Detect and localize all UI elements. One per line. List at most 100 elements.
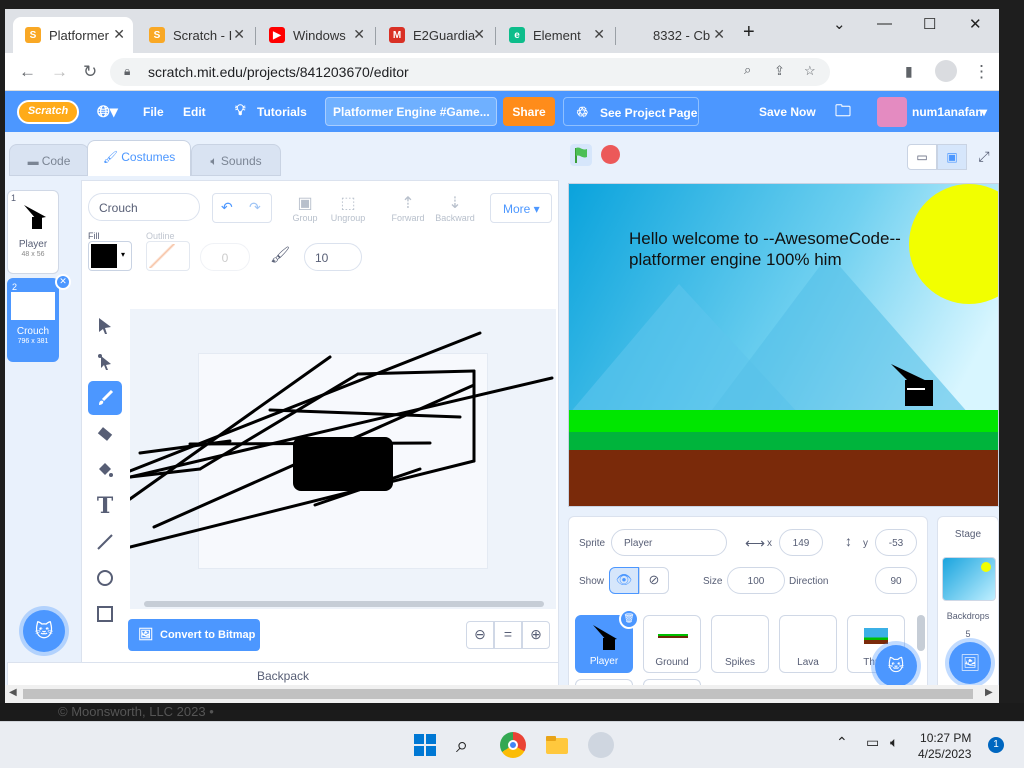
zoom-reset-button[interactable]: = [494, 621, 522, 649]
scroll-right-icon[interactable]: ▶ [985, 687, 993, 698]
taskbar-clock[interactable]: 10:27 PM 4/25/2023 [918, 730, 971, 762]
close-tab-icon[interactable]: ✕ [473, 26, 485, 43]
green-flag-button[interactable] [570, 144, 592, 166]
fill-tool-icon[interactable] [88, 453, 122, 487]
sprite-name-input[interactable]: Player [611, 529, 727, 556]
bookmark-star-icon[interactable]: ☆ [804, 63, 816, 79]
normal-stage-button[interactable]: ▣ [937, 144, 967, 170]
x-input[interactable]: 149 [779, 529, 823, 556]
tab-element[interactable]: e Element ✕ [497, 17, 613, 53]
stop-button[interactable] [601, 145, 620, 164]
network-icon[interactable]: ▭ [866, 734, 879, 751]
scratch-logo[interactable]: Scratch [17, 100, 79, 124]
outline-color-picker[interactable] [146, 241, 190, 271]
share-page-icon[interactable]: ⇪ [774, 63, 785, 79]
user-avatar[interactable] [877, 97, 907, 127]
show-hidden-icons-chevron-icon[interactable]: ⌃ [836, 734, 848, 751]
zoom-in-button[interactable]: ⊕ [522, 621, 550, 649]
costume-item-player[interactable]: 1 Player 48 x 56 [7, 190, 59, 274]
tab-e2guardian[interactable]: M E2Guardia ✕ [377, 17, 493, 53]
show-hidden-button[interactable]: ⊘ [639, 567, 669, 594]
rectangle-tool-icon[interactable] [88, 597, 122, 631]
backward-button[interactable]: ⇣ Backward [432, 193, 478, 223]
new-tab-button[interactable]: + [743, 21, 755, 44]
project-title-input[interactable]: Platformer Engine #Game... [325, 97, 497, 126]
line-tool-icon[interactable] [88, 525, 122, 559]
sprite-list-scrollbar[interactable] [917, 615, 925, 651]
sprite-tile-player[interactable]: 🗑︎ Player [575, 609, 639, 673]
browser-menu-icon[interactable]: ⋮ [973, 62, 990, 82]
language-globe-icon[interactable]: 🌐︎▾ [97, 102, 118, 122]
close-tab-icon[interactable]: ✕ [353, 26, 365, 43]
circle-tool-icon[interactable] [88, 561, 122, 595]
notification-badge[interactable]: 1 [988, 737, 1004, 753]
tab-windows[interactable]: ▶ Windows ✕ [257, 17, 373, 53]
costume-name-input[interactable]: Crouch [88, 193, 200, 221]
fill-color-picker[interactable]: ▾ [88, 241, 132, 271]
close-tab-icon[interactable]: ✕ [713, 26, 725, 43]
zoom-out-button[interactable]: ⊖ [466, 621, 494, 649]
close-window-button[interactable]: ✕ [969, 15, 982, 33]
zoom-icon[interactable]: ⌕ [744, 62, 751, 78]
costume-item-crouch[interactable]: 2 ✕ Crouch 796 x 381 [7, 274, 71, 362]
tab-platformer[interactable]: S Platformer ✕ [13, 17, 133, 53]
back-arrow-icon[interactable]: ← [19, 62, 36, 82]
account-dropdown-icon[interactable]: ▾ [981, 105, 987, 119]
minimize-button[interactable]: — [877, 15, 892, 32]
more-dropdown[interactable]: More ▾ [490, 193, 552, 223]
username[interactable]: num1anafan [912, 105, 983, 119]
undo-icon[interactable]: ↶ [221, 199, 233, 216]
edit-menu[interactable]: Edit [183, 105, 206, 119]
reshape-tool-icon[interactable] [88, 345, 122, 379]
close-tab-icon[interactable]: ✕ [113, 26, 125, 43]
sprite-tile-ground[interactable]: Ground [643, 615, 701, 673]
save-now-button[interactable]: Save Now [759, 105, 816, 119]
tab-scratch[interactable]: S Scratch - I ✕ [137, 17, 253, 53]
select-tool-icon[interactable] [88, 309, 122, 343]
share-button[interactable]: Share [503, 97, 555, 126]
forward-arrow-icon[interactable]: → [51, 62, 68, 82]
show-visible-button[interactable]: 👁︎ [609, 567, 639, 594]
volume-icon[interactable]: 🔈︎ [890, 734, 898, 751]
reload-icon[interactable]: ↻ [83, 62, 97, 82]
drawing-canvas[interactable] [130, 309, 556, 609]
group-button[interactable]: ▣ Group [287, 193, 323, 223]
choose-costume-button[interactable]: 🐱︎ [23, 610, 65, 652]
choose-sprite-button[interactable]: 🐱︎ [875, 645, 917, 687]
app-icon[interactable] [588, 732, 614, 758]
eraser-tool-icon[interactable] [88, 417, 122, 451]
outline-width-input[interactable]: 0 [200, 243, 250, 271]
stage-canvas[interactable]: Hello welcome to --AwesomeCode-- platfor… [568, 183, 999, 507]
y-input[interactable]: -53 [875, 529, 917, 556]
see-project-page-button[interactable]: ♲ See Project Page [563, 97, 699, 126]
chrome-icon[interactable] [500, 732, 526, 758]
maximize-button[interactable]: ☐ [923, 15, 936, 33]
tutorials-menu[interactable]: Tutorials [257, 105, 307, 119]
tab-code[interactable]: ▬ Code [9, 144, 89, 176]
side-panel-icon[interactable]: ▮ [905, 63, 913, 80]
redo-icon[interactable]: ↷ [249, 199, 261, 216]
convert-to-bitmap-button[interactable]: 🖼︎ Convert to Bitmap [128, 619, 260, 651]
taskbar-search-icon[interactable]: ⌕ [456, 732, 482, 758]
tab-search-chevron-icon[interactable]: ⌄ [833, 15, 846, 33]
delete-costume-icon[interactable]: ✕ [55, 274, 71, 290]
brush-size-input[interactable]: 10 [304, 243, 362, 271]
sprite-tile-lava[interactable]: Lava [779, 615, 837, 673]
close-tab-icon[interactable]: ✕ [233, 26, 245, 43]
size-input[interactable]: 100 [727, 567, 785, 594]
url-bar[interactable]: 🔒︎ scratch.mit.edu/projects/841203670/ed… [110, 58, 830, 86]
tab-costumes[interactable]: 🖌︎ Costumes [87, 140, 191, 176]
small-stage-button[interactable]: ▭ [907, 144, 937, 170]
tab-sounds[interactable]: 🔈︎ Sounds [191, 144, 281, 176]
direction-input[interactable]: 90 [875, 567, 917, 594]
my-stuff-folder-icon[interactable]: 🗀︎ [835, 100, 851, 127]
file-menu[interactable]: File [143, 105, 164, 119]
delete-sprite-icon[interactable]: 🗑︎ [619, 609, 639, 629]
close-tab-icon[interactable]: ✕ [593, 26, 605, 43]
brush-tool-icon[interactable] [88, 381, 122, 415]
fullscreen-icon[interactable]: ⤢ [971, 144, 997, 170]
profile-avatar-icon[interactable] [935, 60, 957, 82]
file-explorer-icon[interactable] [544, 732, 570, 758]
forward-button[interactable]: ⇡ Forward [388, 193, 428, 223]
sprite-tile-spikes[interactable]: Spikes [711, 615, 769, 673]
